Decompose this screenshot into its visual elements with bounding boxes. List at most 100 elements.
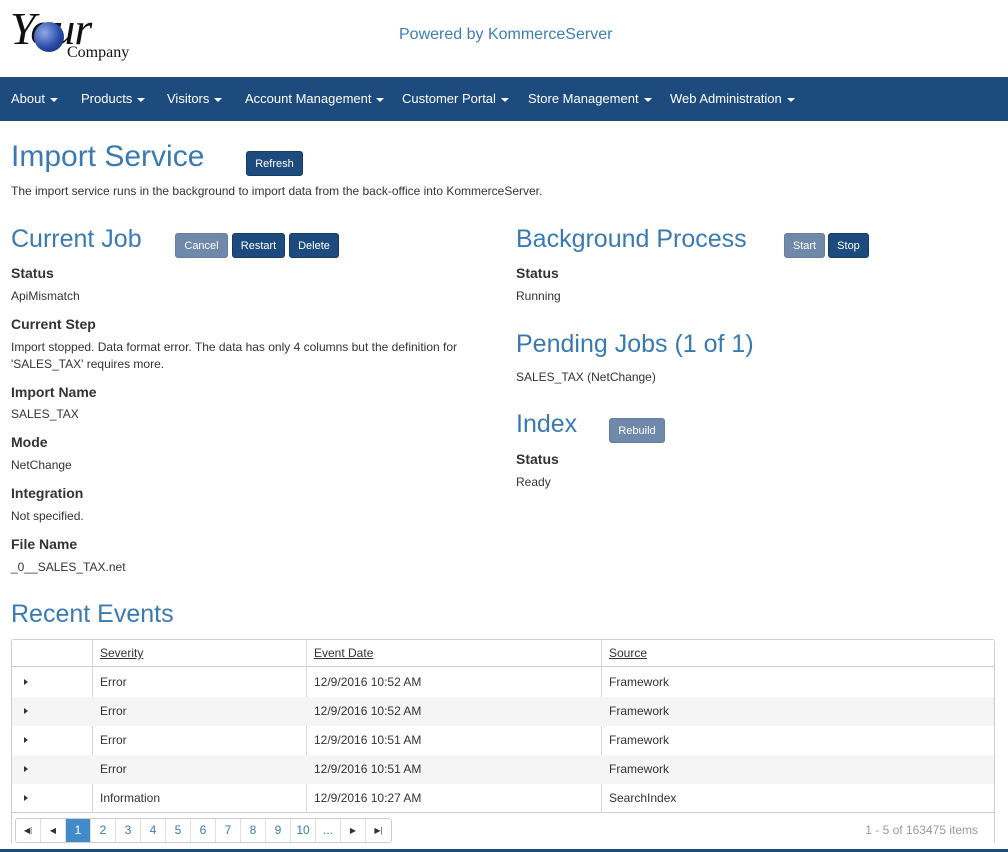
file-name-value: _0__SALES_TAX.net xyxy=(11,560,126,574)
nav-web-administration[interactable]: Web Administration xyxy=(670,77,795,121)
caret-down-icon xyxy=(137,97,146,102)
stop-button[interactable]: Stop xyxy=(828,233,869,258)
caret-down-icon xyxy=(376,97,385,102)
page-6[interactable]: 6 xyxy=(191,819,216,842)
last-page-icon[interactable]: ▶| xyxy=(366,819,391,842)
page-title: Import Service xyxy=(11,140,205,173)
background-process-title: Background Process xyxy=(516,225,747,253)
file-name-label: File Name xyxy=(11,536,78,552)
page-2[interactable]: 2 xyxy=(91,819,116,842)
restart-button[interactable]: Restart xyxy=(232,233,285,258)
next-page-icon[interactable]: ▶ xyxy=(341,819,366,842)
nav-label: Visitors xyxy=(167,91,210,106)
column-header-event-date[interactable]: Event Date xyxy=(314,640,373,667)
page-9[interactable]: 9 xyxy=(266,819,291,842)
event-date-cell: 12/9/2016 10:52 AM xyxy=(314,675,422,689)
source-cell: Framework xyxy=(609,733,670,747)
nav-customer-portal[interactable]: Customer Portal xyxy=(402,77,509,121)
caret-down-icon xyxy=(786,97,795,102)
page-7[interactable]: 7 xyxy=(216,819,241,842)
grid-pager: ◀​| ◀ 1 2 3 4 5 6 7 8 9 10 ... ▶ ▶| 1 - … xyxy=(12,812,994,845)
grid-header: Severity Event Date Source xyxy=(12,640,994,667)
cancel-button[interactable]: Cancel xyxy=(175,233,228,258)
first-page-icon[interactable]: ◀​| xyxy=(16,819,41,842)
page-10[interactable]: 10 xyxy=(291,819,316,842)
expand-arrow-icon[interactable] xyxy=(24,795,28,801)
main-navbar: About Products Visitors Account Manageme… xyxy=(0,77,1008,121)
index-status-label: Status xyxy=(516,451,559,467)
nav-label: Products xyxy=(81,91,133,106)
nav-visitors[interactable]: Visitors xyxy=(167,77,223,121)
table-row[interactable]: Error 12/9/2016 10:51 AM Framework xyxy=(12,755,994,784)
table-row[interactable]: Error 12/9/2016 10:52 AM Framework xyxy=(12,697,994,726)
company-logo[interactable]: Your Company xyxy=(10,2,140,68)
nav-products[interactable]: Products xyxy=(81,77,146,121)
nav-label: Web Administration xyxy=(670,91,782,106)
caret-down-icon xyxy=(214,97,223,102)
index-title: Index xyxy=(516,410,578,438)
globe-icon xyxy=(34,22,64,52)
current-step-value-line1: Import stopped. Data format error. The d… xyxy=(11,340,458,354)
severity-cell: Error xyxy=(100,733,127,747)
caret-down-icon xyxy=(49,97,58,102)
prev-page-icon[interactable]: ◀ xyxy=(41,819,66,842)
page-more[interactable]: ... xyxy=(316,819,341,842)
mode-label: Mode xyxy=(11,434,48,450)
page-description: The import service runs in the backgroun… xyxy=(11,184,543,198)
severity-cell: Error xyxy=(100,762,127,776)
pending-job-item: SALES_TAX (NetChange) xyxy=(516,370,656,384)
source-cell: SearchIndex xyxy=(609,791,677,805)
source-cell: Framework xyxy=(609,762,670,776)
nav-about[interactable]: About xyxy=(11,77,58,121)
source-cell: Framework xyxy=(609,675,670,689)
rebuild-button[interactable]: Rebuild xyxy=(609,418,665,443)
nav-label: Store Management xyxy=(528,91,639,106)
nav-label: About xyxy=(11,91,45,106)
column-header-source[interactable]: Source xyxy=(609,640,647,667)
current-step-label: Current Step xyxy=(11,316,96,332)
expand-arrow-icon[interactable] xyxy=(24,737,28,743)
event-date-cell: 12/9/2016 10:51 AM xyxy=(314,762,422,776)
expand-arrow-icon[interactable] xyxy=(24,679,28,685)
mode-value: NetChange xyxy=(11,458,72,472)
job-status-value: ApiMismatch xyxy=(11,289,80,303)
nav-label: Account Management xyxy=(245,91,372,106)
page-5[interactable]: 5 xyxy=(166,819,191,842)
severity-cell: Error xyxy=(100,704,127,718)
process-status-label: Status xyxy=(516,265,559,281)
caret-down-icon xyxy=(643,97,652,102)
events-grid: Severity Event Date Source Error 12/9/20… xyxy=(11,639,995,845)
expand-arrow-icon[interactable] xyxy=(24,766,28,772)
start-button[interactable]: Start xyxy=(784,233,825,258)
source-cell: Framework xyxy=(609,704,670,718)
page-4[interactable]: 4 xyxy=(141,819,166,842)
import-name-label: Import Name xyxy=(11,384,97,400)
nav-store-management[interactable]: Store Management xyxy=(528,77,652,121)
event-date-cell: 12/9/2016 10:52 AM xyxy=(314,704,422,718)
integration-value: Not specified. xyxy=(11,509,84,523)
logo-company-text: Company xyxy=(67,44,130,61)
expand-arrow-icon[interactable] xyxy=(24,708,28,714)
delete-button[interactable]: Delete xyxy=(289,233,339,258)
severity-cell: Information xyxy=(100,791,161,805)
import-name-value: SALES_TAX xyxy=(11,407,79,421)
nav-label: Customer Portal xyxy=(402,91,496,106)
recent-events-title: Recent Events xyxy=(11,600,174,628)
current-step-value-line2: 'SALES_TAX' requires more. xyxy=(11,357,165,371)
page-3[interactable]: 3 xyxy=(116,819,141,842)
page-1[interactable]: 1 xyxy=(66,819,91,842)
refresh-button[interactable]: Refresh xyxy=(246,151,303,176)
table-row[interactable]: Error 12/9/2016 10:52 AM Framework xyxy=(12,668,994,697)
page-8[interactable]: 8 xyxy=(241,819,266,842)
table-row[interactable]: Information 12/9/2016 10:27 AM SearchInd… xyxy=(12,784,994,813)
pager-buttons: ◀​| ◀ 1 2 3 4 5 6 7 8 9 10 ... ▶ ▶| xyxy=(15,818,392,843)
caret-down-icon xyxy=(500,97,509,102)
nav-account-management[interactable]: Account Management xyxy=(245,77,385,121)
column-header-severity[interactable]: Severity xyxy=(100,640,143,667)
process-status-value: Running xyxy=(516,289,561,303)
integration-label: Integration xyxy=(11,485,84,501)
powered-by-link[interactable]: Powered by KommerceServer xyxy=(399,26,612,44)
table-row[interactable]: Error 12/9/2016 10:51 AM Framework xyxy=(12,726,994,755)
pending-jobs-title: Pending Jobs (1 of 1) xyxy=(516,330,754,358)
site-header: Your Company Powered by KommerceServer xyxy=(0,0,1008,77)
